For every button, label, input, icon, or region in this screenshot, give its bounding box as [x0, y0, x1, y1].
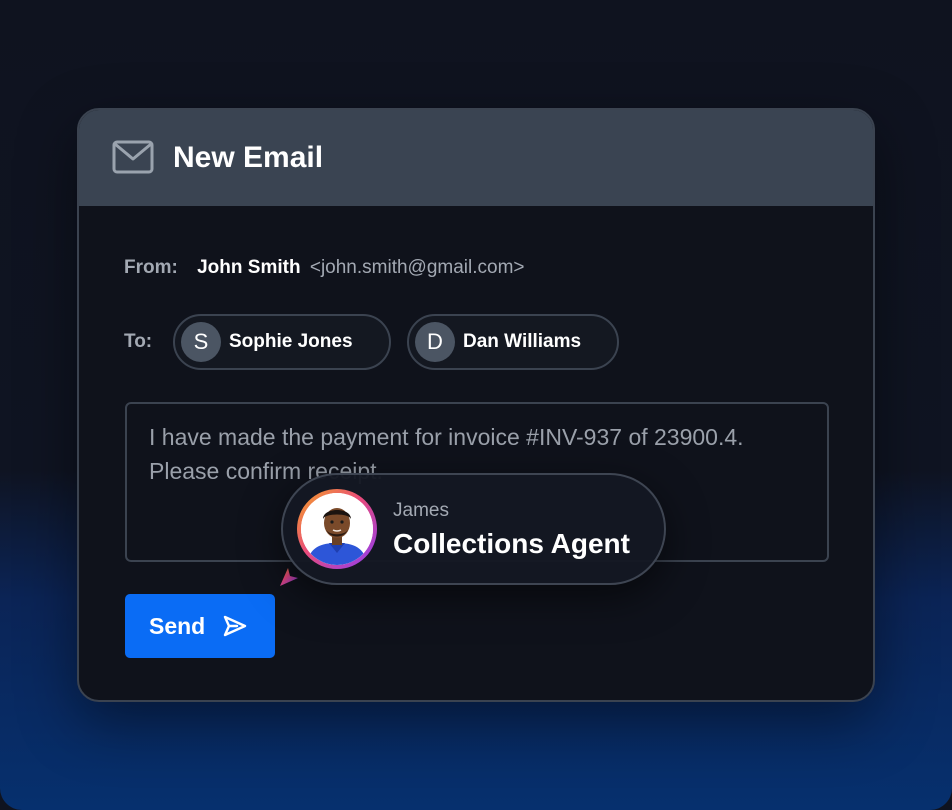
- agent-avatar: [297, 489, 377, 569]
- recipient-name: Sophie Jones: [229, 331, 353, 352]
- recipient-avatar: S: [181, 322, 221, 362]
- send-button[interactable]: Send: [125, 594, 275, 658]
- send-icon: [223, 615, 247, 637]
- cursor-pointer-icon: [280, 568, 298, 586]
- recipient-chip[interactable]: D Dan Williams: [407, 314, 619, 370]
- recipient-name: Dan Williams: [463, 331, 582, 352]
- email-compose-window: New Email From: John Smith <john.smith@g…: [77, 108, 875, 702]
- agent-tag: James Collections Agent: [281, 473, 666, 585]
- to-label: To:: [124, 331, 153, 352]
- from-label: From:: [124, 257, 178, 278]
- page-backdrop: New Email From: John Smith <john.smith@g…: [0, 0, 952, 810]
- mail-icon: [112, 140, 154, 174]
- from-row: From: John Smith <john.smith@gmail.com>: [124, 256, 525, 280]
- recipient-avatar: D: [415, 322, 455, 362]
- agent-role: Collections Agent: [393, 528, 630, 559]
- send-label: Send: [149, 613, 206, 639]
- recipient-chip[interactable]: S Sophie Jones: [173, 314, 391, 370]
- agent-portrait-icon: [301, 493, 373, 565]
- titlebar: New Email: [79, 110, 873, 206]
- window-title: New Email: [173, 141, 324, 174]
- from-name: John Smith: [197, 257, 301, 278]
- agent-name: James: [393, 500, 449, 521]
- from-email: <john.smith@gmail.com>: [309, 257, 525, 278]
